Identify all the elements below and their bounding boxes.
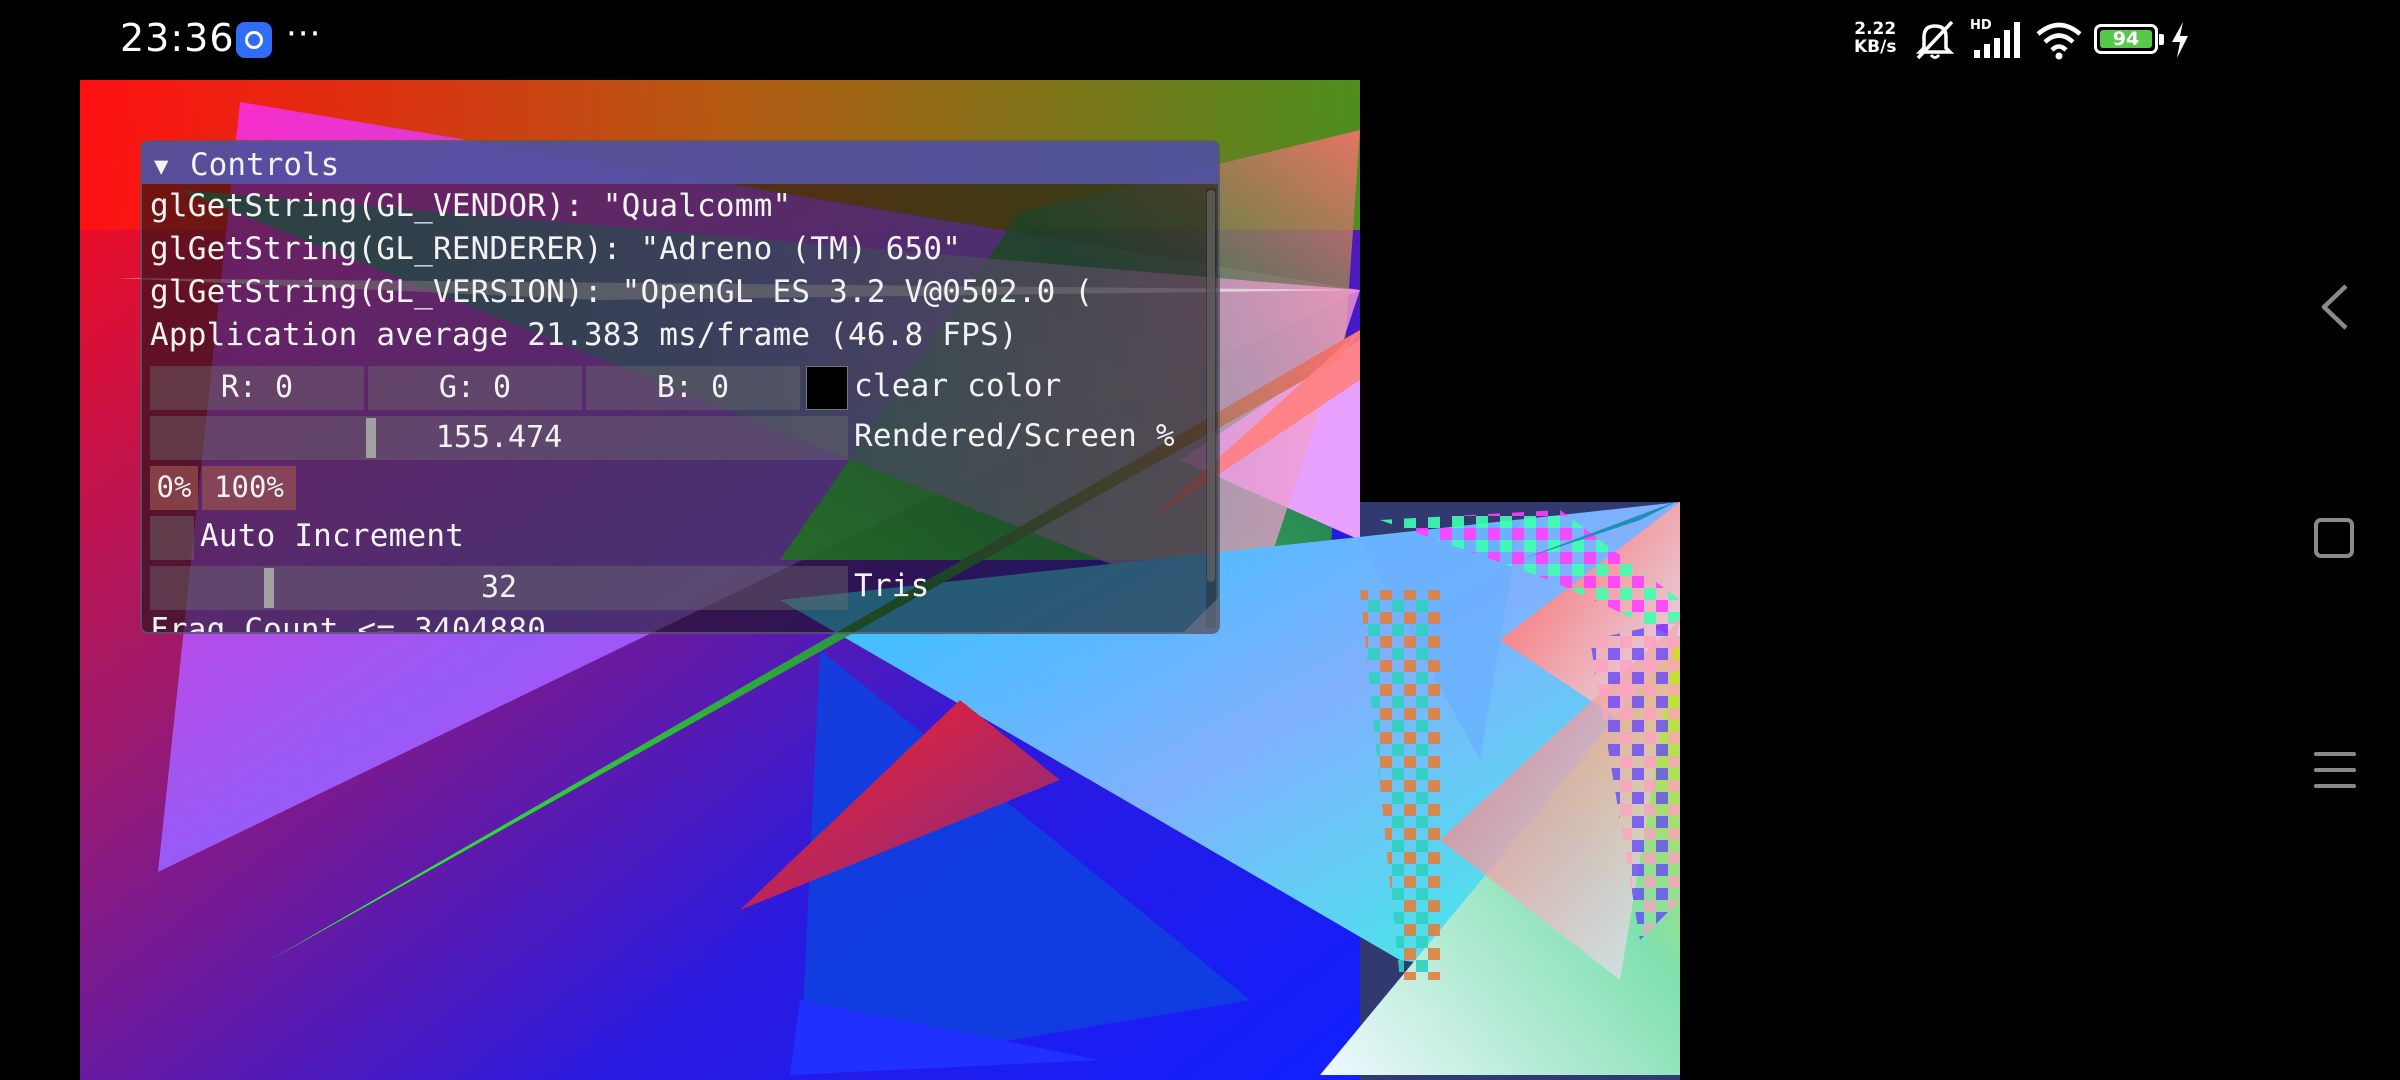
controls-scrollbar-grab[interactable] bbox=[1207, 190, 1215, 582]
zero-percent-button[interactable]: 0% bbox=[150, 466, 198, 510]
clock: 23:36 bbox=[120, 16, 235, 60]
collapse-arrow-icon[interactable]: ▼ bbox=[154, 152, 168, 180]
controls-title-bar[interactable]: ▼ Controls bbox=[142, 142, 1218, 184]
controls-scrollbar[interactable] bbox=[1206, 188, 1216, 628]
blue-app-icon bbox=[236, 22, 272, 58]
gl-version-text: glGetString(GL_VERSION): "OpenGL ES 3.2 … bbox=[150, 274, 1094, 310]
rendered-screen-slider[interactable]: 155.474 bbox=[150, 416, 848, 460]
menu-lines-icon[interactable] bbox=[2314, 752, 2356, 794]
app-average-text: Application average 21.383 ms/frame (46.… bbox=[150, 317, 1018, 353]
gl-vendor-text: glGetString(GL_VENDOR): "Qualcomm" bbox=[150, 188, 792, 224]
controls-title: Controls bbox=[190, 147, 340, 183]
tris-value: 32 bbox=[480, 570, 518, 605]
auto-increment-checkbox[interactable] bbox=[150, 516, 194, 560]
b-value: B: 0 bbox=[656, 370, 730, 405]
battery-icon: 94 bbox=[2094, 24, 2164, 54]
network-speed: 2.22 KB/s bbox=[1854, 20, 1896, 56]
controls-body: glGetString(GL_VENDOR): "Qualcomm" glGet… bbox=[150, 186, 1204, 632]
bell-off-icon bbox=[1915, 20, 1955, 60]
back-chevron-icon[interactable] bbox=[2316, 282, 2356, 332]
resize-grip[interactable] bbox=[1184, 598, 1218, 632]
hundred-percent-button[interactable]: 100% bbox=[202, 466, 296, 510]
clear-color-b-field[interactable]: B: 0 bbox=[586, 366, 800, 410]
auto-increment-label: Auto Increment bbox=[200, 518, 465, 554]
network-speed-unit: KB/s bbox=[1854, 37, 1897, 57]
network-speed-value: 2.22 bbox=[1854, 19, 1897, 39]
screen: ▼ Controls glGetString(GL_VENDOR): "Qual… bbox=[0, 0, 2400, 1080]
gl-renderer-text: glGetString(GL_RENDERER): "Adreno (TM) 6… bbox=[150, 231, 962, 267]
signal-icon: HD bbox=[1970, 18, 2032, 60]
status-bar: 23:36 ··· 2.22 KB/s HD 94 bbox=[0, 0, 2400, 78]
bolt-icon bbox=[2172, 22, 2188, 58]
rendered-screen-value: 155.474 bbox=[435, 420, 563, 455]
g-value: G: 0 bbox=[438, 370, 512, 405]
clear-color-swatch[interactable] bbox=[806, 366, 848, 410]
frag-count-text: Frag Count <= 3404880 bbox=[150, 612, 547, 632]
tris-slider[interactable]: 32 bbox=[150, 566, 848, 610]
square-home-icon[interactable] bbox=[2314, 518, 2354, 558]
controls-window[interactable]: ▼ Controls glGetString(GL_VENDOR): "Qual… bbox=[140, 140, 1220, 634]
tris-label: Tris bbox=[854, 568, 930, 604]
battery-level: 94 bbox=[2112, 28, 2140, 50]
r-value: R: 0 bbox=[220, 370, 294, 405]
rendered-screen-label: Rendered/Screen % bbox=[854, 418, 1175, 454]
clear-color-r-field[interactable]: R: 0 bbox=[150, 366, 364, 410]
clear-color-g-field[interactable]: G: 0 bbox=[368, 366, 582, 410]
wifi-icon bbox=[2036, 22, 2082, 60]
clear-color-label: clear color bbox=[854, 368, 1062, 404]
more-notifications-icon: ··· bbox=[286, 14, 322, 54]
